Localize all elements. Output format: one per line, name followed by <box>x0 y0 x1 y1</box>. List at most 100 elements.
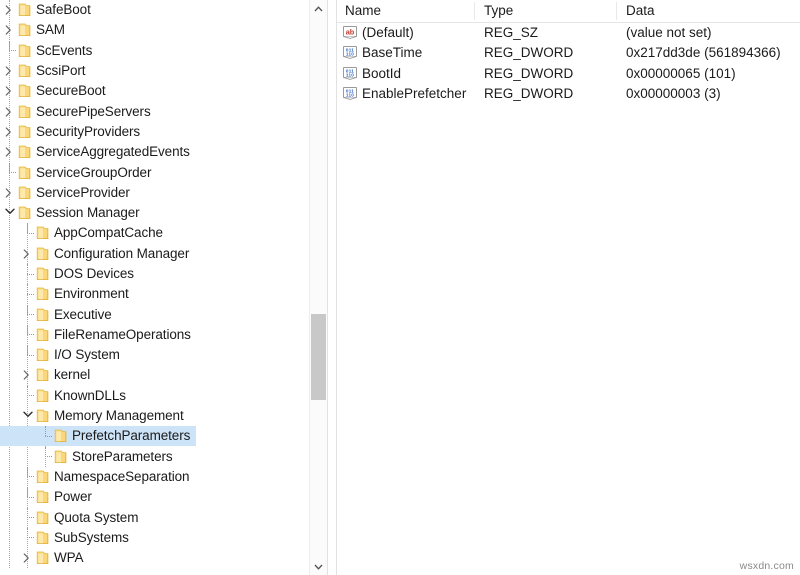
tree-item-hit-area[interactable]: I/O System <box>0 345 126 365</box>
tree-item-hit-area[interactable]: DOS Devices <box>0 264 140 284</box>
chevron-down-icon[interactable] <box>20 406 36 426</box>
value-row[interactable]: 011 110 BootId REG_DWORD 0x00000065 (101) <box>337 64 800 84</box>
tree-item-hit-area[interactable]: NamespaceSeparation <box>0 466 195 487</box>
tree-item-hit-area[interactable]: ScsiPort <box>0 61 91 81</box>
column-separator[interactable] <box>616 2 617 20</box>
chevron-right-icon[interactable] <box>20 365 36 385</box>
tree-item-scevents[interactable]: ScEvents <box>0 40 327 61</box>
tree-item-hit-area[interactable]: Configuration Manager <box>0 244 195 264</box>
chevron-down-icon[interactable] <box>310 558 327 575</box>
tree-item-kernel[interactable]: kernel <box>0 365 327 385</box>
column-separator[interactable] <box>474 2 475 20</box>
value-row[interactable]: ab (Default) REG_SZ (value not set) <box>337 23 800 43</box>
chevron-down-icon[interactable] <box>2 203 18 223</box>
tree-item-servicegrouporder[interactable]: ServiceGroupOrder <box>0 162 327 182</box>
tree-item-label: Session Manager <box>36 205 140 221</box>
tree-item-i-o-system[interactable]: I/O System <box>0 345 327 365</box>
column-header-data[interactable]: Data <box>626 0 655 22</box>
tree-item-quota-system[interactable]: Quota System <box>0 507 327 527</box>
tree-item-subsystems[interactable]: SubSystems <box>0 527 327 548</box>
tree-item-label: SecureBoot <box>36 83 106 99</box>
chevron-right-icon[interactable] <box>2 81 18 101</box>
chevron-right-icon[interactable] <box>2 122 18 142</box>
value-type: REG_DWORD <box>484 45 574 61</box>
tree-item-serviceaggregatedevents[interactable]: ServiceAggregatedEvents <box>0 142 327 162</box>
tree-item-hit-area[interactable]: PrefetchParameters <box>0 426 197 447</box>
tree-item-filerenameoperations[interactable]: FileRenameOperations <box>0 324 327 345</box>
chevron-right-icon[interactable] <box>2 0 18 20</box>
tree-item-knowndlls[interactable]: KnownDLLs <box>0 385 327 406</box>
registry-values-list[interactable]: Name Type Data ab (Default) REG_SZ (value n… <box>337 0 800 575</box>
tree-item-hit-area[interactable]: Executive <box>0 304 118 325</box>
pane-splitter[interactable] <box>327 0 337 575</box>
tree-item-hit-area[interactable]: Quota System <box>0 507 144 528</box>
tree-item-session-manager[interactable]: Session Manager <box>0 203 327 223</box>
chevron-right-icon[interactable] <box>2 102 18 122</box>
value-row[interactable]: 011 110 BaseTime REG_DWORD 0x217dd3de (56189… <box>337 43 800 63</box>
value-row[interactable]: 011 110 EnablePrefetcher REG_DWORD 0x0000000… <box>337 84 800 104</box>
chevron-right-icon[interactable] <box>2 183 18 203</box>
tree-item-hit-area[interactable]: SecureBoot <box>0 81 112 101</box>
tree-item-hit-area[interactable]: ServiceAggregatedEvents <box>0 142 196 162</box>
chevron-right-icon[interactable] <box>20 244 36 264</box>
chevron-right-icon[interactable] <box>20 548 36 568</box>
tree-item-label: SAM <box>36 22 65 38</box>
tree-item-hit-area[interactable]: StoreParameters <box>0 446 179 467</box>
values-column-header[interactable]: Name Type Data <box>337 0 800 23</box>
tree-item-securepipeservers[interactable]: SecurePipeServers <box>0 101 327 121</box>
tree-item-safeboot[interactable]: SafeBoot <box>0 0 327 20</box>
svg-text:110: 110 <box>346 93 354 98</box>
tree-item-hit-area[interactable]: AppCompatCache <box>0 223 169 243</box>
chevron-up-icon[interactable] <box>310 0 327 17</box>
tree-item-label: DOS Devices <box>54 266 134 281</box>
tree-item-label: ServiceGroupOrder <box>36 164 152 180</box>
chevron-right-icon[interactable] <box>2 61 18 81</box>
tree-item-hit-area[interactable]: FileRenameOperations <box>0 324 197 345</box>
tree-item-storeparameters[interactable]: StoreParameters <box>0 446 327 467</box>
tree-item-label: Configuration Manager <box>54 245 190 261</box>
tree-item-secureboot[interactable]: SecureBoot <box>0 81 327 101</box>
folder-icon <box>18 64 31 78</box>
tree-item-scsiport[interactable]: ScsiPort <box>0 61 327 81</box>
tree-item-memory-management[interactable]: Memory Management <box>0 406 327 426</box>
tree-item-serviceprovider[interactable]: ServiceProvider <box>0 183 327 203</box>
tree-item-hit-area[interactable]: WPA <box>0 548 89 568</box>
scrollbar-thumb[interactable] <box>311 314 326 400</box>
tree-item-hit-area[interactable]: SubSystems <box>0 527 135 548</box>
tree-item-hit-area[interactable]: Power <box>0 487 98 507</box>
tree-item-hit-area[interactable]: ScEvents <box>0 40 98 61</box>
tree-item-executive[interactable]: Executive <box>0 304 327 324</box>
tree-item-wpa[interactable]: WPA <box>0 548 327 568</box>
folder-icon <box>36 308 49 322</box>
tree-item-dos-devices[interactable]: DOS Devices <box>0 264 327 284</box>
value-type: REG_DWORD <box>484 85 574 101</box>
chevron-right-icon[interactable] <box>2 20 18 40</box>
tree-item-hit-area[interactable]: ServiceProvider <box>0 183 136 203</box>
registry-key-tree[interactable]: SafeBoot SAM ScEvents ScsiPort SecureBoot Sec… <box>0 0 327 575</box>
tree-item-hit-area[interactable]: Session Manager <box>0 203 146 223</box>
tree-item-hit-area[interactable]: ServiceGroupOrder <box>0 162 157 183</box>
tree-item-hit-area[interactable]: SAM <box>0 20 71 40</box>
tree-item-hit-area[interactable]: Environment <box>0 284 135 304</box>
tree-item-label: kernel <box>54 367 91 383</box>
tree-item-hit-area[interactable]: SecurePipeServers <box>0 102 157 122</box>
chevron-right-icon[interactable] <box>2 142 18 162</box>
column-header-name[interactable]: Name <box>345 0 381 22</box>
tree-item-power[interactable]: Power <box>0 487 327 507</box>
tree-item-namespaceseparation[interactable]: NamespaceSeparation <box>0 466 327 487</box>
tree-item-prefetchparameters[interactable]: PrefetchParameters <box>0 426 327 447</box>
tree-item-hit-area[interactable]: Memory Management <box>0 406 190 426</box>
tree-item-appcompatcache[interactable]: AppCompatCache <box>0 223 327 243</box>
tree-item-securityproviders[interactable]: SecurityProviders <box>0 122 327 142</box>
column-header-type[interactable]: Type <box>484 0 513 22</box>
tree-item-hit-area[interactable]: SafeBoot <box>0 0 97 20</box>
tree-item-sam[interactable]: SAM <box>0 20 327 40</box>
tree-item-configuration-manager[interactable]: Configuration Manager <box>0 244 327 264</box>
tree-item-environment[interactable]: Environment <box>0 284 327 304</box>
tree-item-hit-area[interactable]: KnownDLLs <box>0 385 132 406</box>
tree-vertical-scrollbar[interactable] <box>309 0 327 575</box>
tree-item-hit-area[interactable]: kernel <box>0 365 96 385</box>
tree-item-hit-area[interactable]: SecurityProviders <box>0 122 146 142</box>
